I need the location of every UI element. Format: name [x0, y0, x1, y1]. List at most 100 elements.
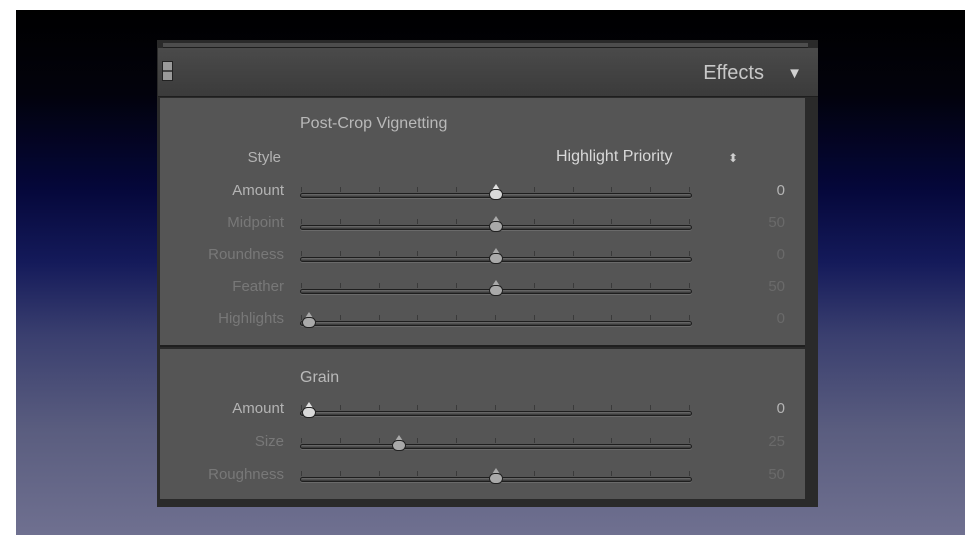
slider-tick — [650, 405, 652, 410]
slider-tick — [533, 471, 535, 476]
style-label: Style — [247, 149, 281, 166]
slider-tick — [417, 438, 419, 443]
section-title-vignetting: Post-Crop Vignetting — [300, 115, 448, 132]
slider-tick — [339, 405, 341, 410]
slider-tick — [378, 187, 380, 192]
slider-tick — [378, 315, 380, 320]
slider-thumb[interactable] — [489, 184, 503, 200]
slider-tick — [301, 219, 302, 224]
slider-tick — [533, 187, 535, 192]
slider-tick — [689, 283, 690, 288]
slider-tick — [417, 471, 419, 476]
vignette-midpoint-value[interactable]: 50 — [725, 214, 785, 231]
slider-tick — [533, 438, 535, 443]
slider-tick — [533, 283, 535, 288]
slider-tick — [456, 219, 458, 224]
slider-tick — [572, 315, 574, 320]
style-updown-icon[interactable]: ⬍ — [728, 151, 738, 165]
slider-tick — [456, 405, 458, 410]
slider-tick — [339, 187, 341, 192]
collapse-arrow-icon[interactable]: ▼ — [787, 65, 802, 82]
slider-tick — [339, 219, 341, 224]
slider-tick — [533, 315, 535, 320]
slider-tick — [378, 405, 380, 410]
slider-tick — [650, 219, 652, 224]
slider-thumb[interactable] — [391, 435, 406, 451]
slider-thumb[interactable] — [489, 468, 503, 484]
slider-tick — [417, 315, 419, 320]
slider-tick — [301, 283, 302, 288]
slider-tick — [572, 187, 574, 192]
grain-size-label: Size — [254, 433, 284, 450]
slider-tick — [611, 471, 613, 476]
grain-size-value[interactable]: 25 — [725, 433, 785, 450]
vignette-amount-slider[interactable] — [300, 184, 692, 200]
slider-tick — [339, 315, 341, 320]
slider-tick — [533, 251, 535, 256]
grain-amount-value[interactable]: 0 — [725, 400, 785, 417]
slider-tick — [456, 438, 458, 443]
slider-tick — [650, 251, 652, 256]
slider-tick — [689, 405, 690, 410]
post-crop-vignetting-section: Post-Crop Vignetting Style Highlight Pri… — [160, 98, 805, 347]
vignette-midpoint-label: Midpoint — [227, 214, 284, 231]
slider-tick — [301, 438, 302, 443]
grain-roughness-value[interactable]: 50 — [725, 466, 785, 483]
slider-tick — [378, 438, 380, 443]
slider-tick — [533, 405, 535, 410]
slider-tick — [456, 471, 458, 476]
slider-thumb[interactable] — [489, 248, 503, 264]
slider-thumb[interactable] — [301, 312, 316, 328]
grain-roughness-label: Roughness — [208, 466, 284, 483]
effects-panel-header[interactable]: Effects ▼ — [158, 48, 818, 97]
slider-tick — [301, 251, 302, 256]
slider-tick — [456, 187, 458, 192]
slider-tick — [495, 438, 496, 443]
vignette-roundness-value[interactable]: 0 — [725, 246, 785, 263]
slider-thumb[interactable] — [489, 280, 503, 296]
vignette-highlights-value[interactable]: 0 — [725, 310, 785, 327]
slider-tick — [417, 283, 419, 288]
slider-tick — [611, 187, 613, 192]
vignette-amount-value[interactable]: 0 — [725, 182, 785, 199]
grain-section: Grain Amount 0 Size 25 Roughness 50 — [160, 349, 805, 499]
slider-tick — [689, 471, 690, 476]
vignette-roundness-slider[interactable] — [300, 248, 692, 264]
slider-tick — [689, 219, 690, 224]
vignette-roundness-label: Roundness — [208, 246, 284, 263]
slider-tick — [572, 219, 574, 224]
slider-tick — [378, 219, 380, 224]
grain-amount-slider[interactable] — [300, 402, 692, 418]
slider-tick — [689, 315, 690, 320]
slider-tick — [611, 219, 613, 224]
slider-tick — [417, 187, 419, 192]
vignette-highlights-label: Highlights — [218, 310, 284, 327]
section-title-grain: Grain — [300, 369, 340, 386]
slider-thumb[interactable] — [489, 216, 503, 232]
slider-tick — [456, 251, 458, 256]
vignette-midpoint-slider[interactable] — [300, 216, 692, 232]
slider-tick — [611, 251, 613, 256]
slider-tick — [572, 471, 574, 476]
slider-tick — [378, 283, 380, 288]
slider-tick — [533, 219, 535, 224]
slider-thumb[interactable] — [301, 402, 316, 418]
slider-tick — [339, 438, 341, 443]
panel-switch-icon[interactable] — [162, 61, 173, 81]
vignette-highlights-slider[interactable] — [300, 312, 692, 328]
vignette-feather-slider[interactable] — [300, 280, 692, 296]
grain-size-slider[interactable] — [300, 435, 692, 451]
grain-roughness-slider[interactable] — [300, 468, 692, 484]
slider-tick — [611, 315, 613, 320]
slider-tick — [495, 315, 496, 320]
slider-tick — [689, 251, 690, 256]
slider-tick — [572, 405, 574, 410]
slider-tick — [650, 283, 652, 288]
vignette-feather-label: Feather — [232, 278, 284, 295]
slider-tick — [689, 438, 690, 443]
slider-tick — [572, 283, 574, 288]
style-select[interactable]: Highlight Priority — [556, 148, 672, 166]
vignette-amount-label: Amount — [232, 182, 284, 199]
slider-tick — [572, 438, 574, 443]
vignette-feather-value[interactable]: 50 — [725, 278, 785, 295]
